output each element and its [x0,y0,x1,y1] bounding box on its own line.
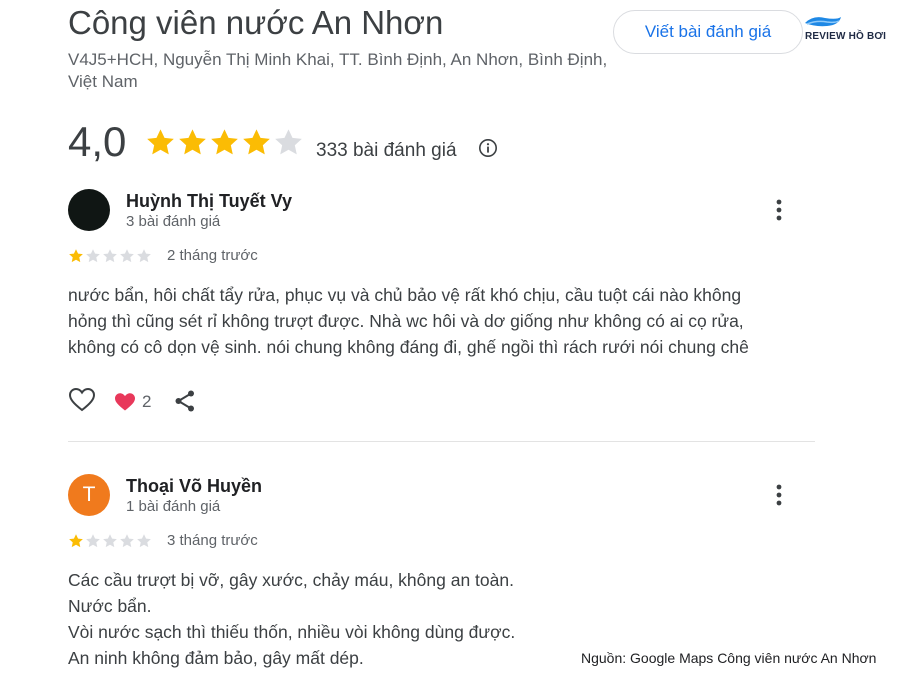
avatar[interactable]: T [68,474,110,516]
rating-stars [145,127,305,163]
review-ho-boi-logo: REVIEW HỒ BƠI [803,14,895,48]
logo-text: REVIEW HỒ BƠI [805,31,887,42]
star-empty-icon [86,534,100,548]
info-icon[interactable] [478,138,498,158]
place-address: V4J5+HCH, Nguyễn Thị Minh Khai, TT. Bình… [68,50,608,91]
review-time: 3 tháng trước [167,532,258,549]
review-stars [68,533,153,549]
star-empty-icon [103,249,117,263]
like-heart-icon[interactable] [68,387,96,413]
review-line: Nước bẩn. [68,596,152,616]
star-filled-icon [147,129,174,155]
review-divider [68,441,815,442]
star-empty-icon [120,534,134,548]
average-rating: 4,0 [68,118,127,165]
star-filled-icon [243,129,270,155]
review-line: nước bẩn, hôi chất tẩy rửa, phục vụ và c… [68,285,742,305]
star-empty-icon [120,249,134,263]
reaction-heart-icon [114,392,136,412]
star-empty-icon [137,249,151,263]
reaction-count: 2 [142,392,152,411]
place-title: Công viên nước An Nhơn [68,4,444,41]
star-empty-icon [137,534,151,548]
more-options-icon[interactable] [769,197,789,223]
reviewer-name[interactable]: Thoại Võ Huyền [126,476,262,497]
reviewer-review-count: 3 bài đánh giá [126,213,221,230]
write-review-button[interactable]: Viết bài đánh giá [613,10,803,54]
reviewer-name[interactable]: Huỳnh Thị Tuyết Vy [126,191,292,212]
review-line: Các cầu trượt bị vỡ, gây xước, chảy máu,… [68,570,514,590]
review-time: 2 tháng trước [167,247,258,264]
source-caption: Nguồn: Google Maps Công viên nước An Nhơ… [581,650,877,666]
review-stars [68,248,153,264]
share-icon[interactable] [173,389,197,413]
reviewer-review-count: 1 bài đánh giá [126,498,221,515]
review-line: Vòi nước sạch thì thiếu thốn, nhiều vòi … [68,622,516,642]
avatar[interactable] [68,189,110,231]
star-filled-icon [211,129,238,155]
review-line: An ninh không đảm bảo, gây mất dép. [68,648,364,668]
star-filled-icon [69,249,83,263]
more-options-icon[interactable] [769,482,789,508]
review-line: không có cô dọn vệ sinh. nói chung không… [68,337,749,357]
star-empty-icon [275,129,302,155]
star-filled-icon [179,129,206,155]
review-text: Các cầu trượt bị vỡ, gây xước, chảy máu,… [68,567,515,671]
star-empty-icon [86,249,100,263]
star-filled-icon [69,534,83,548]
review-text: nước bẩn, hôi chất tẩy rửa, phục vụ và c… [68,282,749,360]
review-count[interactable]: 333 bài đánh giá [316,140,457,162]
star-empty-icon [103,534,117,548]
review-line: hỏng thì cũng sét rỉ không trượt được. N… [68,311,744,331]
